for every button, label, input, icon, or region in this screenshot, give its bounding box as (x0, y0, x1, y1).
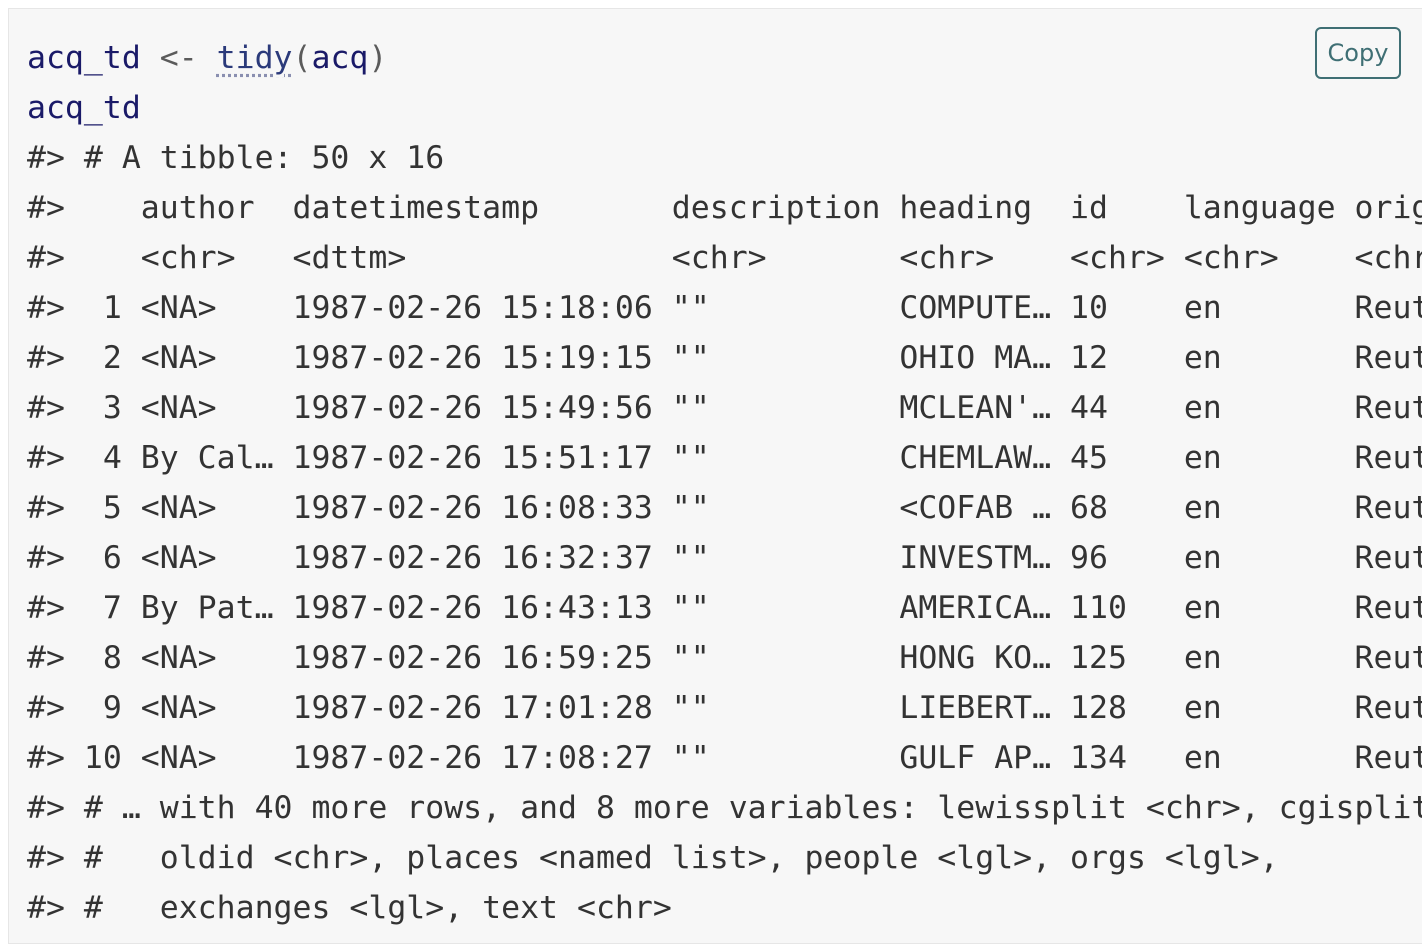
output-row: #> 6 <NA> 1987-02-26 16:32:37 "" INVESTM… (27, 540, 1422, 576)
output-row: #> 8 <NA> 1987-02-26 16:59:25 "" HONG KO… (27, 640, 1422, 676)
output-row: #> 10 <NA> 1987-02-26 17:08:27 "" GULF A… (27, 740, 1422, 776)
output-row: #> 2 <NA> 1987-02-26 15:19:15 "" OHIO MA… (27, 340, 1422, 376)
function-argument: acq (311, 40, 369, 76)
output-footer-line: #> # … with 40 more rows, and 8 more var… (27, 790, 1422, 826)
code-block: acq_td <- tidy(acq) acq_td #> # A tibble: … (8, 8, 1422, 944)
assign-operator: <- (140, 40, 217, 76)
output-column-names: #> author datetimestamp description head… (27, 190, 1422, 226)
code-line-assign: acq_td <- tidy(acq) (27, 33, 1422, 83)
function-link-tidy[interactable]: tidy (217, 40, 293, 76)
output-row: #> 7 By Pat… 1987-02-26 16:43:13 "" AMER… (27, 590, 1422, 626)
variable-name: acq_td (27, 90, 141, 126)
output-column-types: #> <chr> <dttm> <chr> <chr> <chr> <chr> … (27, 240, 1422, 276)
close-paren: ) (368, 40, 388, 76)
output-row: #> 4 By Cal… 1987-02-26 15:51:17 "" CHEM… (27, 440, 1422, 476)
code-content: acq_td <- tidy(acq) acq_td #> # A tibble: … (27, 33, 1422, 933)
open-paren: ( (292, 40, 312, 76)
output-tibble-header: #> # A tibble: 50 x 16 (27, 140, 445, 176)
output-row: #> 9 <NA> 1987-02-26 17:01:28 "" LIEBERT… (27, 690, 1422, 726)
output-row: #> 5 <NA> 1987-02-26 16:08:33 "" <COFAB … (27, 490, 1422, 526)
code-line-print: acq_td (27, 83, 1422, 133)
output-footer-line: #> # oldid <chr>, places <named list>, p… (27, 840, 1279, 876)
variable-name: acq_td (27, 40, 141, 76)
output-footer-line: #> # exchanges <lgl>, text <chr> (27, 890, 672, 926)
output-row: #> 1 <NA> 1987-02-26 15:18:06 "" COMPUTE… (27, 290, 1422, 326)
output-row: #> 3 <NA> 1987-02-26 15:49:56 "" MCLEAN'… (27, 390, 1422, 426)
copy-button[interactable]: Copy (1315, 27, 1401, 79)
